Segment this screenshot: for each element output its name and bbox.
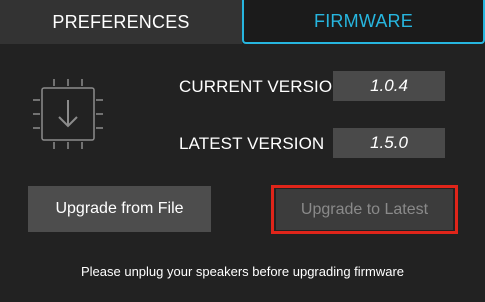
tab-preferences-label: PREFERENCES — [52, 11, 190, 32]
upgrade-to-latest-label: Upgrade to Latest — [300, 200, 429, 218]
current-version-label: CURRENT VERSION — [179, 77, 345, 96]
upgrade-to-latest-button[interactable]: Upgrade to Latest — [276, 189, 453, 230]
tab-preferences[interactable]: PREFERENCES — [0, 0, 242, 44]
tab-firmware[interactable]: FIRMWARE — [242, 0, 485, 44]
chip-download-icon — [33, 79, 103, 149]
latest-version-label: LATEST VERSION — [179, 134, 325, 153]
tab-firmware-label: FIRMWARE — [314, 10, 413, 31]
upgrade-from-file-label: Upgrade from File — [55, 200, 184, 217]
unplug-notice: Please unplug your speakers before upgra… — [80, 264, 405, 279]
latest-version-value: 1.5.0 — [333, 128, 445, 158]
upgrade-from-file-button[interactable]: Upgrade from File — [28, 186, 211, 232]
current-version-value: 1.0.4 — [333, 71, 445, 101]
